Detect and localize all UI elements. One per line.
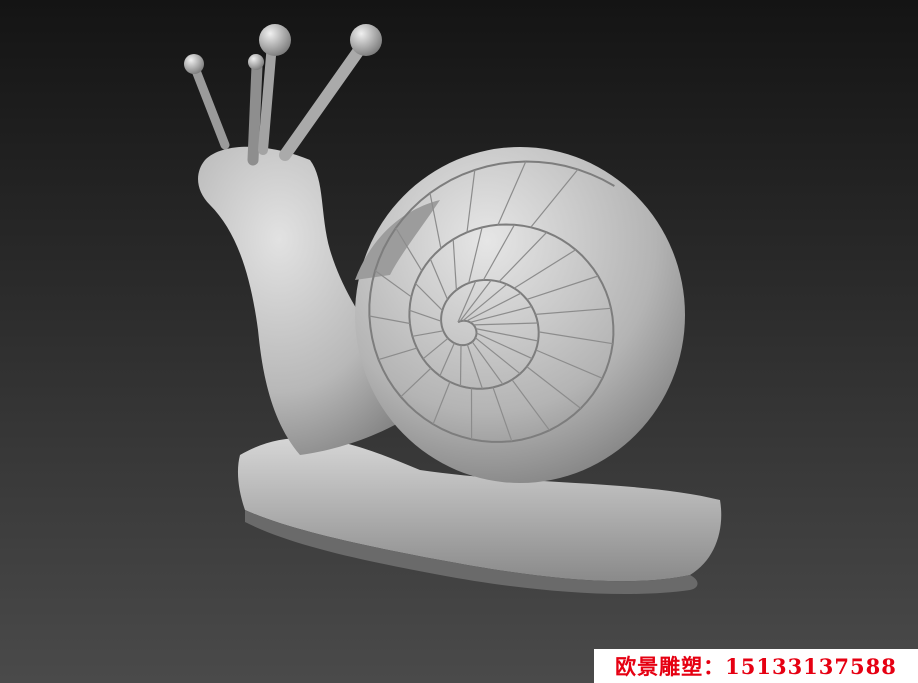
caption-bar: 欧景雕塑：15133137588	[594, 649, 918, 683]
render-viewport	[0, 0, 918, 683]
shell-rib	[459, 345, 462, 387]
caption-text: 欧景雕塑：15133137588	[615, 654, 897, 679]
snail-shell	[355, 147, 685, 483]
